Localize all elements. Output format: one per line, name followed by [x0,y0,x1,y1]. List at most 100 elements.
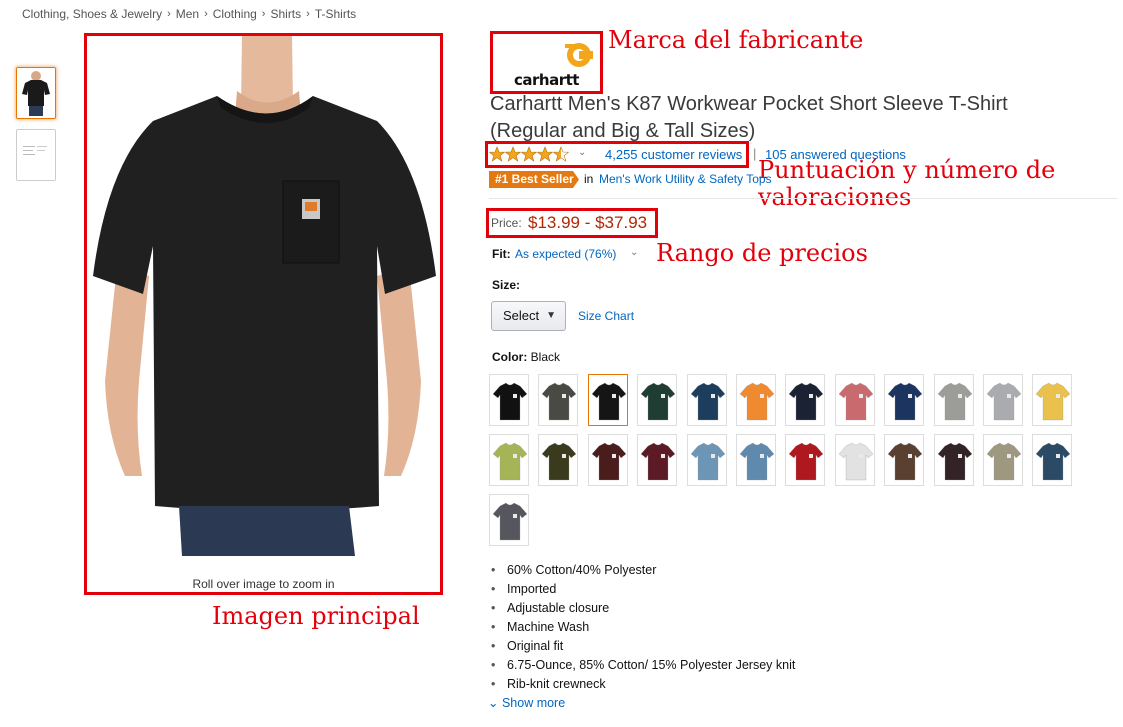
color-swatch[interactable] [785,374,826,426]
color-swatch[interactable] [834,434,875,486]
color-swatch[interactable] [736,434,776,486]
shirt-swatch-icon [887,382,923,421]
shirt-swatch-icon [690,442,725,481]
feature-bullet: Adjustable closure [491,599,795,618]
show-more-link[interactable]: ⌄ Show more [488,695,565,710]
breadcrumb-t-shirts[interactable]: T-Shirts [315,7,356,21]
color-swatch[interactable] [933,374,974,426]
annotation-rating: Puntuación y número de valoraciones [758,156,1056,211]
customer-reviews-link[interactable]: 4,255 customer reviews [605,147,742,162]
color-swatch[interactable] [834,374,875,426]
show-more-label: Show more [501,696,566,710]
shirt-swatch-icon [789,442,824,481]
shirt-swatch-icon [591,442,627,481]
color-swatch[interactable] [686,434,727,486]
shirt-swatch-icon [887,442,923,481]
shirt-swatch-icon [986,382,1022,421]
thumbnail-size-chart[interactable] [16,129,56,181]
shirt-swatch-icon [640,442,676,481]
price-label: Price: [491,216,522,230]
breadcrumb-men[interactable]: Men [176,7,199,21]
star-full-icon [537,146,553,162]
shirt-swatch-icon [542,442,577,481]
color-swatch[interactable] [637,434,678,486]
star-full-icon [505,146,521,162]
annotation-price: Rango de precios [656,239,868,267]
star-full-icon [521,146,537,162]
thumbnail-front[interactable] [16,67,56,119]
shirt-swatch-icon [739,382,775,421]
feature-bullet: 60% Cotton/40% Polyester [491,561,795,580]
color-swatch[interactable] [489,374,529,426]
color-swatch[interactable] [983,374,1023,426]
breadcrumb-clothing[interactable]: Clothing [213,7,257,21]
star-half-icon [553,146,569,162]
dropdown-caret-icon: ▼ [546,310,556,321]
feature-bullet: Rib-knit crewneck [491,675,795,694]
annotation-brand: Marca del fabricante [608,26,864,54]
shirt-swatch-icon [591,382,627,421]
size-dropdown-value: Select [503,308,540,323]
breadcrumb-clothing-shoes-jewelry[interactable]: Clothing, Shoes & Jewelry [22,7,162,21]
selected-color: Black [530,350,561,364]
breadcrumb-separator-icon: › [306,8,310,20]
shirt-thumbnail-icon [17,68,55,118]
shirt-swatch-icon [1036,382,1071,421]
fit-value-link[interactable]: As expected (76%) [515,247,616,261]
product-title: Carhartt Men's K87 Workwear Pocket Short… [490,93,1008,142]
fit-label: Fit: [492,247,511,261]
rating-chevron-down-icon[interactable]: ⌄ [578,147,586,158]
feature-bullet: Machine Wash [491,618,795,637]
color-swatch[interactable] [538,374,579,426]
color-swatch[interactable] [538,434,579,486]
color-swatch[interactable] [884,434,925,486]
color-swatch[interactable] [1032,434,1073,486]
breadcrumb-shirts[interactable]: Shirts [270,7,301,21]
shirt-swatch-icon [838,382,874,421]
shirt-swatch-icon [492,382,528,421]
size-dropdown[interactable]: Select ▼ [491,301,566,331]
color-swatch[interactable] [489,434,529,486]
brand-logo-box[interactable]: carhartt [490,31,603,94]
color-swatch[interactable] [587,434,628,486]
breadcrumb: Clothing, Shoes & Jewelry › Men › Clothi… [22,7,356,21]
color-swatch[interactable] [933,434,974,486]
best-seller-badge[interactable]: #1 Best Seller [489,171,579,188]
best-seller-in: in [584,172,594,186]
shirt-swatch-icon [986,442,1022,481]
divider [489,198,1118,199]
color-swatch[interactable] [785,434,826,486]
feature-bullet: 6.75-Ounce, 85% Cotton/ 15% Polyester Je… [491,656,795,675]
fit-chevron-down-icon[interactable]: ⌄ [630,247,638,258]
model-wearing-shirt-image [87,36,440,592]
shirt-swatch-icon [690,382,725,421]
color-label-row: Color: Black [492,350,560,364]
color-swatch[interactable] [637,374,678,426]
feature-bullet: Imported [491,580,795,599]
shirt-swatch-icon [838,442,874,481]
feature-bullet: Original fit [491,637,795,656]
color-swatch[interactable] [686,374,727,426]
shirt-swatch-icon [492,502,528,541]
chevron-down-icon: ⌄ [488,696,502,710]
color-swatch[interactable] [587,374,628,426]
shirt-swatch-icon [492,442,528,481]
color-swatch[interactable] [983,434,1023,486]
breadcrumb-separator-icon: › [261,8,266,20]
best-seller-category-link[interactable]: Men's Work Utility & Safety Tops [599,172,772,186]
color-swatch[interactable] [489,494,529,546]
star-rating[interactable] [489,146,569,162]
shirt-swatch-icon [739,442,775,481]
color-swatch[interactable] [736,374,776,426]
shirt-swatch-icon [542,382,577,421]
main-product-image[interactable]: Roll over image to zoom in [84,33,443,595]
star-full-icon [489,146,505,162]
separator: | [753,146,757,161]
breadcrumb-separator-icon: › [204,8,208,20]
zoom-hint: Roll over image to zoom in [192,577,335,591]
size-chart-thumbnail-icon [17,130,55,180]
color-swatch[interactable] [884,374,925,426]
size-chart-link[interactable]: Size Chart [578,309,634,323]
color-label: Color: [492,350,528,364]
color-swatch[interactable] [1032,374,1073,426]
